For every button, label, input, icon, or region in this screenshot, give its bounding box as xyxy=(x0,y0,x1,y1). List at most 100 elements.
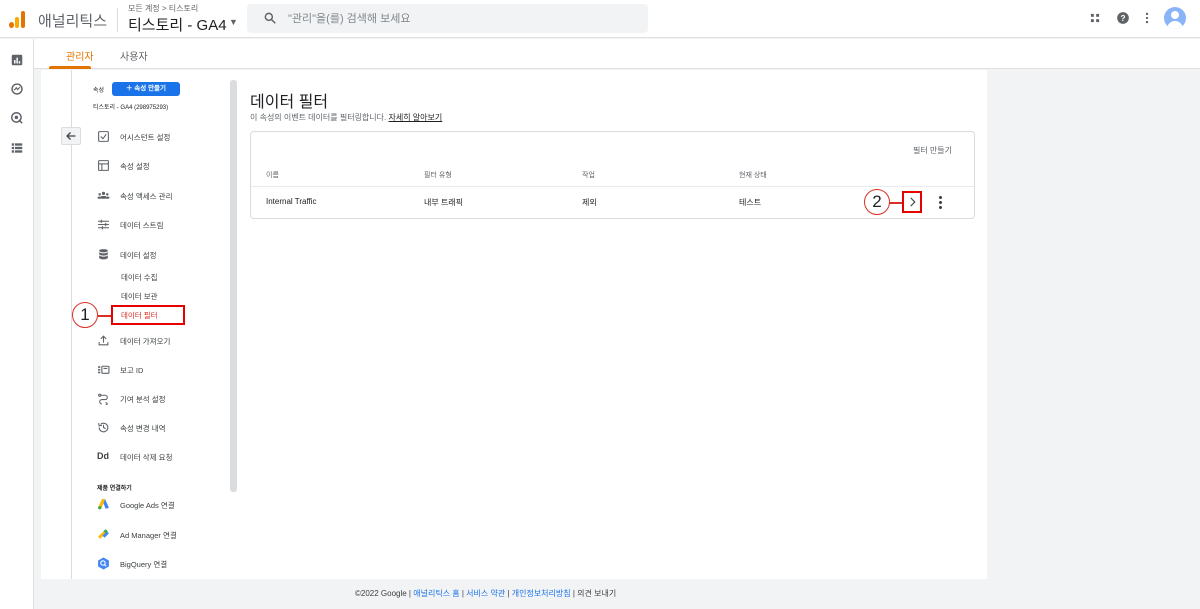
nav-item-label: Google Ads 연결 xyxy=(120,501,175,510)
nav-item-bigquery-links[interactable]: BigQuery 연결 xyxy=(97,556,227,572)
apps-grid-icon[interactable] xyxy=(1088,11,1102,25)
nav-item-change-history[interactable]: 속성 변경 내역 xyxy=(97,420,227,436)
callout-2: 2 xyxy=(864,189,890,215)
account-breadcrumb[interactable]: 모든 계정 > 티스토리 xyxy=(128,3,198,14)
back-button[interactable] xyxy=(61,127,81,145)
data-stream-icon xyxy=(98,219,109,230)
nav-item-label: 데이터 가져오기 xyxy=(120,337,171,346)
nav-item-assistant-settings[interactable]: 어시스턴트 설정 xyxy=(97,129,227,145)
cell-filter-name[interactable]: Internal Traffic xyxy=(266,197,317,206)
google-ads-icon xyxy=(98,499,109,510)
tab-admin[interactable]: 관리자 xyxy=(66,48,94,63)
nav-item-label: BigQuery 연결 xyxy=(120,560,168,569)
account-avatar[interactable] xyxy=(1164,7,1186,29)
property-section-label: 속성 xyxy=(93,88,105,94)
footer-terms-link[interactable]: 서비스 약관 xyxy=(466,589,505,598)
explore-icon[interactable] xyxy=(10,82,24,96)
bigquery-icon xyxy=(98,557,109,570)
property-selector[interactable]: 티스토리 - GA4 xyxy=(128,14,227,35)
ad-manager-icon xyxy=(98,529,109,539)
footer-analytics-home-link[interactable]: 애널리틱스 홈 xyxy=(413,589,459,598)
reports-icon[interactable] xyxy=(10,53,24,67)
divider xyxy=(117,8,118,32)
checklist-icon xyxy=(98,131,109,142)
nav-item-label: 데이터 스트림 xyxy=(120,221,164,230)
nav-item-label: 속성 변경 내역 xyxy=(120,424,166,433)
analytics-logo-icon[interactable] xyxy=(9,10,27,28)
column-header-filter-type: 필터 유형 xyxy=(424,172,452,179)
tab-user[interactable]: 사용자 xyxy=(120,48,148,63)
chevron-right-icon xyxy=(910,197,916,207)
caret-down-icon[interactable]: ▼ xyxy=(229,17,238,27)
create-filter-button[interactable]: 필터 만들기 xyxy=(913,145,952,156)
more-vert-icon[interactable] xyxy=(1140,11,1154,25)
page-title: 데이터 필터 xyxy=(250,94,329,111)
footer-copyright: ©2022 Google | xyxy=(355,589,412,598)
row-divider xyxy=(251,186,974,187)
cell-filter-status: 테스트 xyxy=(739,198,762,207)
nav-item-google-ads-links[interactable]: Google Ads 연결 xyxy=(97,497,227,513)
search-input[interactable] xyxy=(288,4,628,33)
product-links-title: 제품 연결하기 xyxy=(97,486,132,492)
footer: ©2022 Google | 애널리틱스 홈 | 서비스 약관 | 개인정보처리… xyxy=(355,589,617,598)
nav-item-label: 속성 액세스 관리 xyxy=(120,192,173,201)
create-property-button[interactable]: ＋ 속성 만들기 xyxy=(112,82,180,96)
callout-1: 1 xyxy=(72,302,98,328)
database-icon xyxy=(99,249,108,260)
nav-item-label: 어시스턴트 설정 xyxy=(120,133,171,142)
configure-icon[interactable] xyxy=(10,141,24,155)
data-deletion-icon: Dd xyxy=(97,451,109,461)
arrow-back-icon xyxy=(66,132,76,140)
top-bar: 애널리틱스 모든 계정 > 티스토리 티스토리 - GA4 ▼ ? xyxy=(0,0,1200,38)
data-filter-table: 필터 만들기 이름 필터 유형 작업 현재 상태 Internal Traffi… xyxy=(250,131,975,219)
highlight-box-data-filters xyxy=(111,305,185,325)
nav-item-data-import[interactable]: 데이터 가져오기 xyxy=(97,333,227,349)
nav-item-label: Ad Manager 연결 xyxy=(120,531,177,540)
nav-item-attribution-settings[interactable]: 기여 분석 설정 xyxy=(97,391,227,407)
row-detail-button[interactable] xyxy=(902,191,922,213)
property-id: 티스토리 - GA4 (298975293) xyxy=(93,105,169,111)
history-icon xyxy=(98,422,109,433)
learn-more-link[interactable]: 자세히 알아보기 xyxy=(388,113,442,122)
nav-item-reporting-id[interactable]: 보고 ID xyxy=(97,362,227,378)
row-more-vert-icon[interactable] xyxy=(936,196,944,210)
cell-filter-type: 내부 트래픽 xyxy=(424,198,464,207)
footer-privacy-link[interactable]: 개인정보처리방침 xyxy=(512,589,571,598)
callout-connector xyxy=(889,202,902,204)
nav-item-property-settings[interactable]: 속성 설정 xyxy=(97,158,227,174)
column-header-name: 이름 xyxy=(266,172,279,179)
cell-filter-action: 제외 xyxy=(582,198,597,207)
description-text: 이 속성의 이벤트 데이터를 필터링합니다. xyxy=(250,113,387,122)
people-icon xyxy=(97,191,110,199)
app-name[interactable]: 애널리틱스 xyxy=(38,10,107,31)
nav-scrollbar[interactable] xyxy=(230,80,237,492)
nav-item-label: 데이터 삭제 요청 xyxy=(120,453,173,462)
nav-item-ad-manager-links[interactable]: Ad Manager 연결 xyxy=(97,527,227,543)
callout-connector xyxy=(98,315,111,317)
sub-item-data-retention[interactable]: 데이터 보관 xyxy=(121,291,158,302)
left-rail xyxy=(0,39,34,609)
attribution-icon xyxy=(98,393,109,405)
reporting-id-icon xyxy=(98,365,110,374)
advertising-icon[interactable] xyxy=(10,111,24,125)
nav-item-label: 보고 ID xyxy=(120,366,144,375)
column-header-action: 작업 xyxy=(582,172,595,179)
nav-item-label: 속성 설정 xyxy=(120,162,150,171)
create-property-label: 속성 만들기 xyxy=(134,85,167,92)
sub-item-data-collection[interactable]: 데이터 수집 xyxy=(121,272,158,283)
nav-item-data-settings[interactable]: 데이터 설정 xyxy=(97,247,227,263)
nav-item-access-management[interactable]: 속성 액세스 관리 xyxy=(97,188,227,204)
svg-text:?: ? xyxy=(1121,14,1126,23)
search-bar[interactable] xyxy=(247,4,648,33)
help-icon[interactable]: ? xyxy=(1116,11,1130,25)
footer-feedback-link[interactable]: 의견 보내기 xyxy=(577,589,616,598)
nav-item-data-deletion[interactable]: Dd 데이터 삭제 요청 xyxy=(97,449,227,465)
nav-item-label: 기여 분석 설정 xyxy=(120,395,166,404)
upload-icon xyxy=(98,335,109,346)
column-header-status: 현재 상태 xyxy=(739,172,767,179)
nav-item-data-streams[interactable]: 데이터 스트림 xyxy=(97,217,227,233)
active-tab-indicator xyxy=(49,66,91,69)
search-icon xyxy=(264,12,276,24)
nav-item-label: 데이터 설정 xyxy=(120,251,157,260)
property-settings-icon xyxy=(98,160,109,171)
